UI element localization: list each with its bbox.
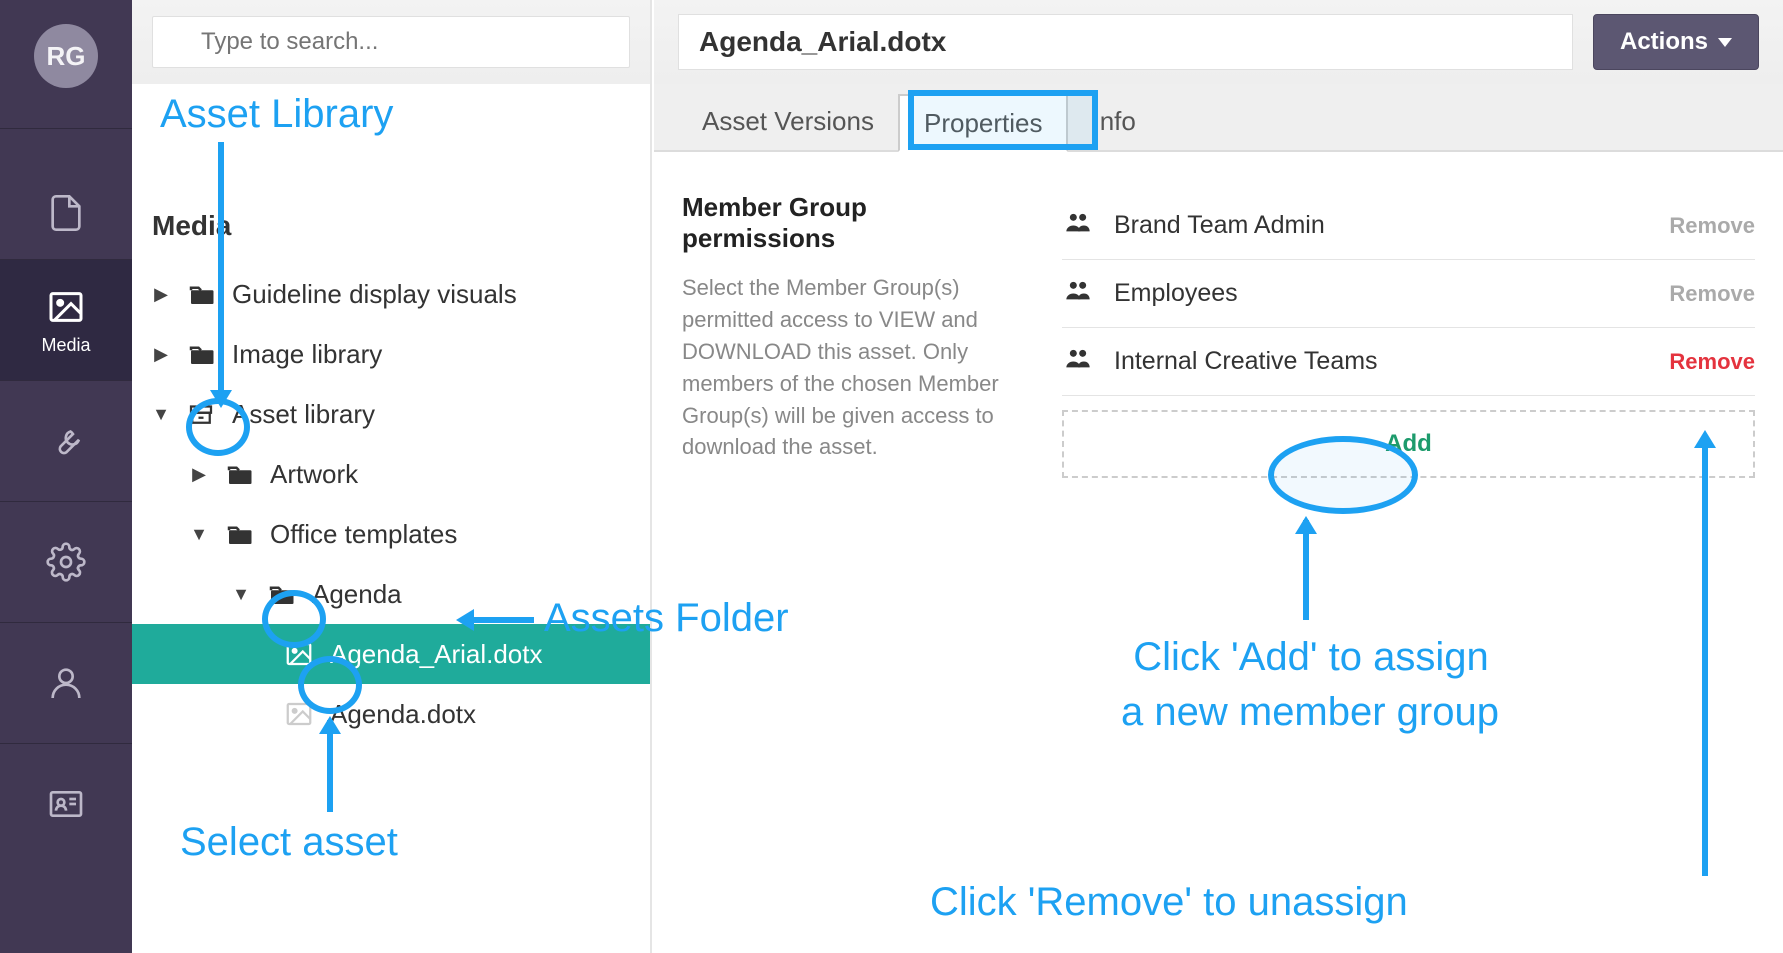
annotation-arrow-head (319, 716, 341, 734)
wrench-icon (44, 419, 88, 463)
chevron-down-icon (1718, 38, 1732, 47)
tree-item-label: Image library (232, 339, 382, 370)
annotation-add-l1: Click 'Add' to assign (1042, 635, 1580, 680)
permissions-title: Member Group permissions (682, 192, 1022, 254)
avatar[interactable]: RG (34, 24, 98, 88)
caret-down-icon: ▼ (152, 404, 170, 425)
rail-media[interactable]: Media (0, 260, 132, 380)
tree-item-label: Office templates (270, 519, 457, 550)
annotation-arrow-head (210, 390, 232, 408)
group-row: Brand Team Admin Remove (1062, 192, 1755, 260)
remove-button[interactable]: Remove (1669, 213, 1755, 239)
actions-button[interactable]: Actions (1593, 14, 1759, 70)
annotation-assets-folder: Assets Folder (544, 596, 789, 641)
rail-media-label: Media (41, 335, 90, 356)
tabs: Asset Versions Properties Info (654, 84, 1783, 152)
group-name: Internal Creative Teams (1114, 347, 1378, 376)
gear-icon (44, 540, 88, 584)
tree-item-guideline-visuals[interactable]: ▶ Guideline display visuals (152, 264, 650, 324)
group-row: Internal Creative Teams Remove (1062, 328, 1755, 396)
group-name: Employees (1114, 279, 1238, 308)
annotation-arrow (1303, 520, 1309, 620)
rail-settings-wrench[interactable] (0, 381, 132, 501)
actions-label: Actions (1620, 28, 1708, 56)
main-panel: Agenda_Arial.dotx Actions Asset Versions… (654, 0, 1783, 953)
tree-item-label: Asset library (232, 399, 375, 430)
annotation-ellipse-add (1268, 436, 1418, 514)
annotation-select-asset: Select asset (180, 820, 398, 865)
id-card-icon (44, 782, 88, 826)
search-input[interactable] (152, 16, 630, 68)
annotation-asset-library: Asset Library (160, 92, 393, 137)
annotation-add-l2: a new member group (1030, 690, 1590, 735)
folder-icon (222, 519, 256, 549)
tree-item-label: Agenda_Arial.dotx (330, 639, 542, 670)
group-row: Employees Remove (1062, 260, 1755, 328)
tree-sidebar: Media ▶ Guideline display visuals ▶ Imag… (132, 0, 652, 953)
tree-item-office-templates[interactable]: ▼ Office templates (152, 504, 650, 564)
users-icon (1062, 208, 1094, 243)
caret-right-icon: ▶ (190, 464, 208, 485)
folder-icon (222, 459, 256, 489)
group-name: Brand Team Admin (1114, 211, 1325, 240)
file-icon (44, 191, 88, 235)
folder-icon (184, 279, 218, 309)
folder-icon (184, 339, 218, 369)
annotation-arrow (218, 142, 224, 392)
users-icon (1062, 344, 1094, 379)
tab-asset-versions[interactable]: Asset Versions (678, 92, 898, 150)
caret-down-icon: ▼ (232, 584, 250, 605)
tree-item-label: Guideline display visuals (232, 279, 517, 310)
annotation-arrow-head (1295, 516, 1317, 534)
rail-content[interactable] (0, 129, 132, 259)
annotation-circle-agenda-folder (262, 590, 326, 648)
tree-item-agenda-dotx[interactable]: Agenda.dotx (152, 684, 650, 744)
tree-item-label: Agenda (312, 579, 402, 610)
tree-item-label: Artwork (270, 459, 358, 490)
annotation-arrow (474, 617, 534, 623)
users-icon (1062, 276, 1094, 311)
tree-heading: Media (152, 210, 650, 242)
permissions-description: Select the Member Group(s) permitted acc… (682, 272, 1022, 463)
rail-settings-gear[interactable] (0, 502, 132, 622)
user-icon (44, 661, 88, 705)
caret-right-icon: ▶ (152, 284, 170, 305)
remove-button[interactable]: Remove (1669, 349, 1755, 375)
annotation-remove: Click 'Remove' to unassign (930, 880, 1408, 925)
asset-title-input[interactable]: Agenda_Arial.dotx (678, 14, 1573, 70)
tree-item-image-library[interactable]: ▶ Image library (152, 324, 650, 384)
annotation-arrow-head (456, 609, 474, 631)
annotation-arrow (1702, 436, 1708, 876)
annotation-highlight-properties (908, 90, 1098, 150)
nav-rail: RG Media (0, 0, 132, 953)
caret-right-icon: ▶ (152, 344, 170, 365)
caret-down-icon: ▼ (190, 524, 208, 545)
rail-users[interactable] (0, 623, 132, 743)
remove-button[interactable]: Remove (1669, 281, 1755, 307)
annotation-arrow-head (1694, 430, 1716, 448)
annotation-circle-selected-asset (298, 656, 362, 714)
image-icon (44, 285, 88, 329)
rail-members[interactable] (0, 744, 132, 864)
